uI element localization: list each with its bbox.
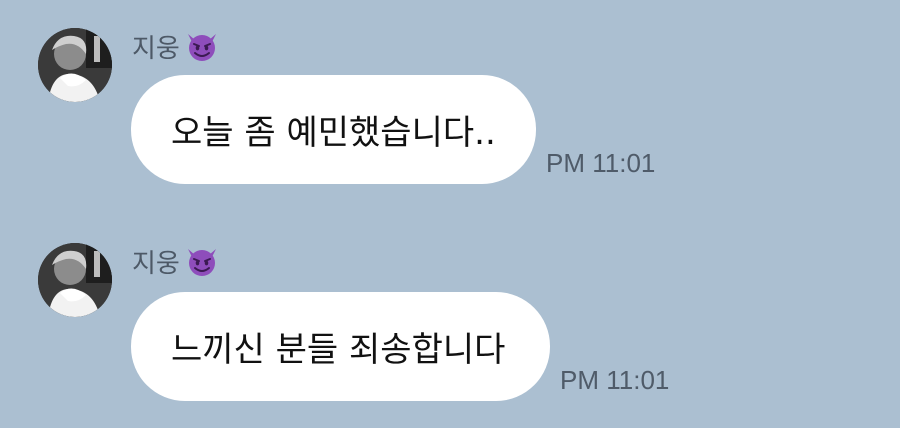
message-row: 지웅 느끼신 분들 죄송합니다 PM 11:01	[0, 215, 900, 415]
smiling-imp-icon	[184, 243, 220, 279]
message-timestamp: PM 11:01	[546, 148, 656, 178]
smiling-imp-icon	[184, 28, 220, 64]
sender-name: 지웅	[132, 33, 180, 64]
avatar[interactable]	[38, 28, 112, 102]
avatar-photo	[38, 28, 112, 102]
message-text: 오늘 좀 예민했습니다..	[171, 113, 496, 153]
message-text: 느끼신 분들 죄송합니다	[171, 330, 506, 370]
message-row: 지웅 오늘 좀 예민했습니다.. PM 11:01	[0, 0, 900, 200]
avatar[interactable]	[38, 243, 112, 317]
sender-name: 지웅	[132, 248, 180, 279]
avatar-photo	[38, 243, 112, 317]
sender-header: 지웅	[132, 241, 220, 281]
message-bubble[interactable]: 느끼신 분들 죄송합니다	[131, 292, 550, 401]
sender-header: 지웅	[132, 26, 220, 66]
message-timestamp: PM 11:01	[560, 365, 670, 395]
message-bubble[interactable]: 오늘 좀 예민했습니다..	[131, 75, 536, 184]
